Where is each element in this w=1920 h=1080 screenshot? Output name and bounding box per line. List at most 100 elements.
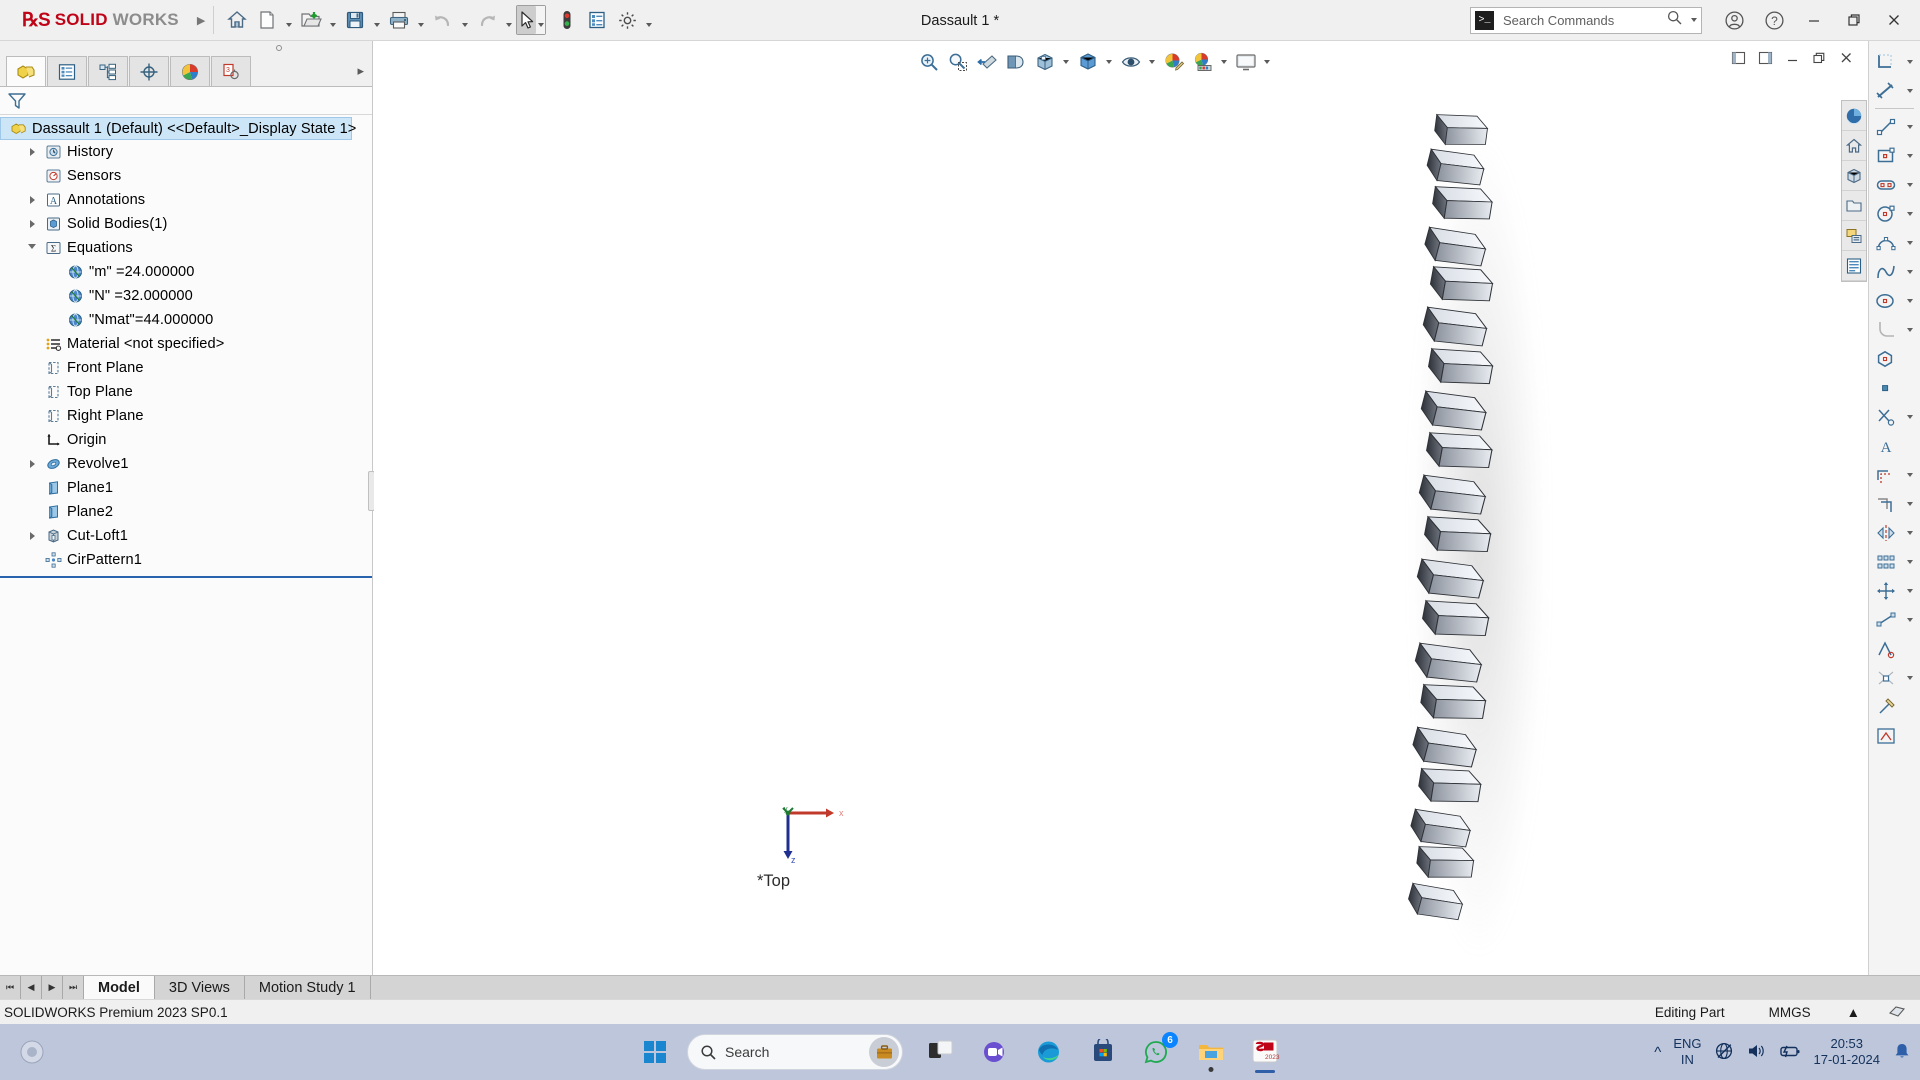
next-tab-button[interactable]: ▶: [42, 976, 63, 999]
network-icon[interactable]: [1714, 1041, 1734, 1064]
view-settings-button[interactable]: [1231, 48, 1260, 77]
language-indicator[interactable]: ENG IN: [1673, 1036, 1701, 1067]
section-view-button[interactable]: [1001, 48, 1030, 77]
view-orientation-dropdown[interactable]: [1059, 49, 1073, 75]
rollback-bar[interactable]: [0, 576, 372, 578]
circle-icon[interactable]: [1869, 204, 1903, 224]
home-button[interactable]: [222, 5, 252, 35]
view-orientation-button[interactable]: [1030, 48, 1059, 77]
corner-rectangle-icon[interactable]: [1869, 146, 1903, 166]
tree-item-m-24-000000[interactable]: "m" =24.000000: [0, 260, 372, 284]
print-dropdown[interactable]: [414, 6, 428, 34]
tree-item-equations[interactable]: Σ Equations: [0, 236, 372, 260]
trim-dropdown[interactable]: [1903, 414, 1917, 419]
polygon-icon[interactable]: [1869, 349, 1903, 369]
search-commands-dropdown[interactable]: [1687, 10, 1701, 30]
display-style-button[interactable]: [1073, 48, 1102, 77]
rectangle-row[interactable]: [1869, 141, 1920, 170]
tree-item-material-not-specified[interactable]: Material <not specified>: [0, 332, 372, 356]
hide-show-items-button[interactable]: [1116, 48, 1145, 77]
last-tab-button[interactable]: ⏭: [63, 976, 84, 999]
line-icon[interactable]: [1869, 117, 1903, 137]
display-style-dropdown[interactable]: [1102, 49, 1116, 75]
sketch-fillet-row[interactable]: [1869, 315, 1920, 344]
select-button[interactable]: [517, 6, 537, 34]
offset-entities-icon[interactable]: [1869, 465, 1903, 485]
spline-icon[interactable]: [1869, 262, 1903, 282]
tree-item-cut-loft1[interactable]: Cut-Loft1: [0, 524, 372, 548]
panel-pin-icon[interactable]: [276, 45, 282, 51]
briefcase-icon[interactable]: [869, 1037, 899, 1067]
ellipse-icon[interactable]: [1869, 291, 1903, 311]
zoom-to-fit-button[interactable]: [914, 48, 943, 77]
tree-item-right-plane[interactable]: Right Plane: [0, 404, 372, 428]
taskbar-clock[interactable]: 20:53 17-01-2024: [1814, 1036, 1881, 1069]
centerpoint-arc-icon[interactable]: [1869, 233, 1903, 253]
quick-snaps-row[interactable]: [1869, 663, 1920, 692]
search-tab[interactable]: [1842, 221, 1866, 251]
tree-item-top-plane[interactable]: Top Plane: [0, 380, 372, 404]
previous-view-button[interactable]: [972, 48, 1001, 77]
apply-scene-button[interactable]: [1188, 48, 1217, 77]
store-button[interactable]: [1081, 1030, 1125, 1074]
document-close-icon[interactable]: [1834, 46, 1859, 70]
ellipse-row[interactable]: [1869, 286, 1920, 315]
view-settings-dropdown[interactable]: [1260, 49, 1274, 75]
battery-icon[interactable]: [1778, 1041, 1802, 1064]
linear-pattern-row[interactable]: [1869, 547, 1920, 576]
previous-tab-button[interactable]: ◀: [21, 976, 42, 999]
save-dropdown[interactable]: [370, 6, 384, 34]
rapid-sketch-row[interactable]: [1869, 692, 1920, 721]
file-explorer-button[interactable]: [1189, 1030, 1233, 1074]
property-manager-tab[interactable]: [47, 56, 87, 86]
offset-row[interactable]: [1869, 460, 1920, 489]
start-button[interactable]: [633, 1030, 677, 1074]
open-document-button[interactable]: [296, 5, 326, 35]
file-explorer-tab[interactable]: [1842, 191, 1866, 221]
solidworks-taskbar-button[interactable]: 2023: [1243, 1030, 1287, 1074]
instant2d-row[interactable]: [1869, 721, 1920, 750]
point-row[interactable]: [1869, 373, 1920, 402]
display-delete-relations-icon[interactable]: [1869, 610, 1903, 630]
close-button[interactable]: [1874, 0, 1914, 41]
convert-row[interactable]: [1869, 489, 1920, 518]
filter-row[interactable]: [0, 87, 372, 115]
next-document-icon[interactable]: [1753, 46, 1778, 70]
search-icon[interactable]: [1666, 9, 1683, 31]
linear-pattern-dropdown[interactable]: [1903, 559, 1917, 564]
line-row[interactable]: [1869, 112, 1920, 141]
design-library-tab[interactable]: [1842, 161, 1866, 191]
smart-dimension-row[interactable]: [1869, 76, 1920, 105]
move-entities-dropdown[interactable]: [1903, 588, 1917, 593]
move-entities-row[interactable]: [1869, 576, 1920, 605]
overlay-icon[interactable]: [1874, 1003, 1920, 1022]
file-properties-button[interactable]: [582, 5, 612, 35]
status-units-dropdown[interactable]: ▲: [1833, 1005, 1874, 1020]
new-document-button[interactable]: [252, 5, 282, 35]
undo-button[interactable]: [428, 5, 458, 35]
chevron-down-icon[interactable]: [22, 243, 42, 253]
document-minimize-icon[interactable]: [1780, 46, 1805, 70]
mirror-row[interactable]: [1869, 518, 1920, 547]
linear-sketch-pattern-icon[interactable]: [1869, 552, 1903, 572]
convert-entities-icon[interactable]: [1869, 494, 1903, 514]
tree-item-nmat-44-000000[interactable]: "Nmat"=44.000000: [0, 308, 372, 332]
tree-item-history[interactable]: History: [0, 140, 372, 164]
undo-dropdown[interactable]: [458, 6, 472, 34]
options-dropdown[interactable]: [642, 6, 656, 34]
view-palette-tab[interactable]: [1842, 101, 1866, 131]
previous-document-icon[interactable]: [1726, 46, 1751, 70]
restore-button[interactable]: [1834, 0, 1874, 41]
smart-dimension-dropdown[interactable]: [1903, 88, 1917, 93]
tab-model[interactable]: Model: [84, 976, 155, 999]
panel-expand-icon[interactable]: ▸: [357, 63, 364, 79]
tree-item-dassault-1-default-default-display-state-1[interactable]: Dassault 1 (Default) <<Default>_Display …: [0, 117, 356, 140]
solidworks-logo[interactable]: ℞S SOLID WORKS: [0, 0, 183, 41]
show-hidden-icons-button[interactable]: ^: [1654, 1044, 1661, 1061]
chevron-right-icon[interactable]: [22, 460, 42, 468]
edge-button[interactable]: [1027, 1030, 1071, 1074]
ellipse-dropdown[interactable]: [1903, 298, 1917, 303]
sketch-tool-dropdown[interactable]: [1903, 59, 1917, 64]
help-button[interactable]: ?: [1754, 0, 1794, 41]
select-button-group[interactable]: [516, 5, 547, 35]
